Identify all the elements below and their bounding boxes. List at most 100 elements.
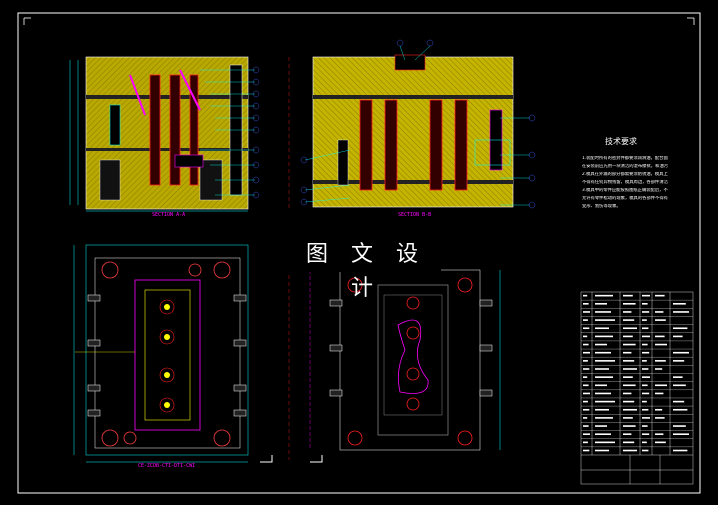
bom-cell-mark [655, 392, 664, 395]
bom-cell-mark [655, 441, 666, 444]
bom-cell-mark [673, 360, 685, 362]
bom-cell-mark [595, 376, 613, 378]
bom-cell-mark [642, 449, 649, 452]
bom-cell-mark [595, 417, 613, 419]
tech-requirement-line: 不得有任何异物残留，模具周边，各部件清洁 [582, 180, 668, 185]
bom-cell-mark [595, 343, 607, 346]
section-b-b-view [300, 39, 536, 209]
bom-cell-mark [583, 327, 590, 330]
bom-cell-mark [642, 417, 650, 419]
bom-cell-mark [642, 425, 648, 427]
bom-cell-mark [642, 433, 650, 436]
bom-cell-mark [642, 294, 650, 297]
bom-cell-mark [642, 360, 647, 362]
bom-cell-mark [655, 408, 663, 411]
bom-cell-mark [623, 449, 637, 452]
bom-cell-mark [673, 335, 683, 338]
bom-cell-mark [673, 303, 686, 305]
bom-cell-mark [642, 441, 647, 444]
bom-cell-mark [595, 400, 615, 403]
bom-cell-mark [623, 417, 633, 419]
bom-cell-mark [623, 368, 637, 370]
bom-cell-mark [583, 376, 588, 378]
drawing-sheet: 图 文 设 计 SECTION A-A SECTION B-B CE-ZCDB-… [0, 0, 718, 505]
bom-cell-mark [583, 335, 588, 338]
bom-cell-mark [642, 408, 649, 411]
bom-cell-mark [583, 303, 589, 305]
bom-cell-mark [623, 343, 636, 346]
bom-cell-mark [655, 319, 666, 321]
tech-requirement-line: 1.装配时所有的密封件都要涂润滑油，配合面 [582, 156, 668, 161]
bom-cell-mark [623, 311, 632, 313]
bom-cell-mark [642, 303, 648, 305]
bom-cell-mark [583, 351, 590, 354]
bom-cell-mark [583, 408, 590, 411]
bom-cell-mark [595, 311, 611, 313]
bom-cell-mark [623, 433, 632, 436]
bom-cell-mark [583, 449, 590, 452]
bom-cell-mark [595, 351, 611, 354]
bom-cell-mark [595, 408, 609, 411]
bom-cell-mark [642, 400, 647, 403]
bom-cell-mark [642, 351, 650, 354]
bom-cell-mark [595, 384, 607, 387]
bom-cell-mark [655, 360, 666, 362]
bom-cell-mark [623, 294, 633, 297]
bom-cell-mark [583, 360, 588, 362]
bom-cell-mark [595, 360, 615, 362]
bom-cell-mark [673, 449, 688, 452]
bom-cell-mark [655, 417, 665, 419]
bom-cell-mark [583, 319, 588, 321]
bom-cell-mark [623, 303, 636, 305]
bom-cell-mark [655, 433, 664, 436]
tech-requirements-title: 技术要求 [605, 137, 637, 146]
bom-cell-mark [655, 311, 664, 313]
bom-cell-mark [583, 400, 588, 403]
plan-view-caption: CE-ZCDB-CTI-DTI-CWI [138, 463, 196, 469]
section-b-b-caption: SECTION B-B [398, 212, 432, 218]
bom-cell-mark [583, 441, 588, 444]
bom-cell-mark [673, 311, 689, 313]
bom-cell-mark [655, 368, 663, 370]
bom-cell-mark [595, 449, 609, 452]
bom-cell-mark [655, 384, 667, 387]
bom-cell-mark [595, 327, 609, 330]
bom-cell-mark [583, 294, 588, 297]
bom-cell-mark [642, 311, 650, 313]
bom-cell-mark [595, 441, 615, 444]
bom-cell-mark [583, 343, 589, 346]
bom-cell-mark [655, 294, 665, 297]
bom-cell-mark [642, 384, 648, 387]
bom-cell-mark [673, 376, 683, 378]
bom-cell-mark [623, 327, 637, 330]
plan-view-left [73, 244, 249, 463]
bom-cell-mark [623, 319, 635, 321]
bom-cell-mark [583, 425, 589, 427]
bom-cell-mark [595, 335, 613, 338]
bom-cell-mark [673, 327, 688, 330]
bom-cell-mark [642, 343, 648, 346]
section-a-a-caption: SECTION A-A [152, 212, 186, 218]
bom-cell-mark [673, 408, 688, 411]
tech-requirement-line: 变形、划伤等现象。 [582, 204, 621, 209]
tech-requirement-line: 2.模具在外漏的部分都需要涂防锈油，模具上 [582, 172, 668, 177]
bom-cell-mark [623, 392, 632, 395]
bom-cell-mark [673, 425, 686, 427]
bom-cell-mark [655, 335, 665, 338]
bom-cell-mark [623, 408, 637, 411]
watermark-text: 图 文 设 计 [291, 238, 441, 301]
bom-cell-mark [673, 400, 685, 403]
bom-cell-mark [642, 376, 650, 378]
bom-cell-mark [583, 384, 589, 387]
bom-cell-mark [642, 319, 647, 321]
bom-cell-mark [673, 384, 686, 387]
tech-requirement-line: 3.模具中的零件应能按照图纸正确装配后，不 [582, 188, 668, 193]
bom-cell-mark [595, 368, 609, 370]
bom-cell-mark [623, 400, 635, 403]
bom-cell-mark [623, 335, 633, 338]
bom-cell-mark [595, 319, 615, 321]
bom-cell-mark [642, 335, 650, 338]
bom-cell-mark [583, 392, 590, 395]
bom-cell-mark [583, 433, 590, 436]
bom-cell-mark [583, 311, 590, 313]
